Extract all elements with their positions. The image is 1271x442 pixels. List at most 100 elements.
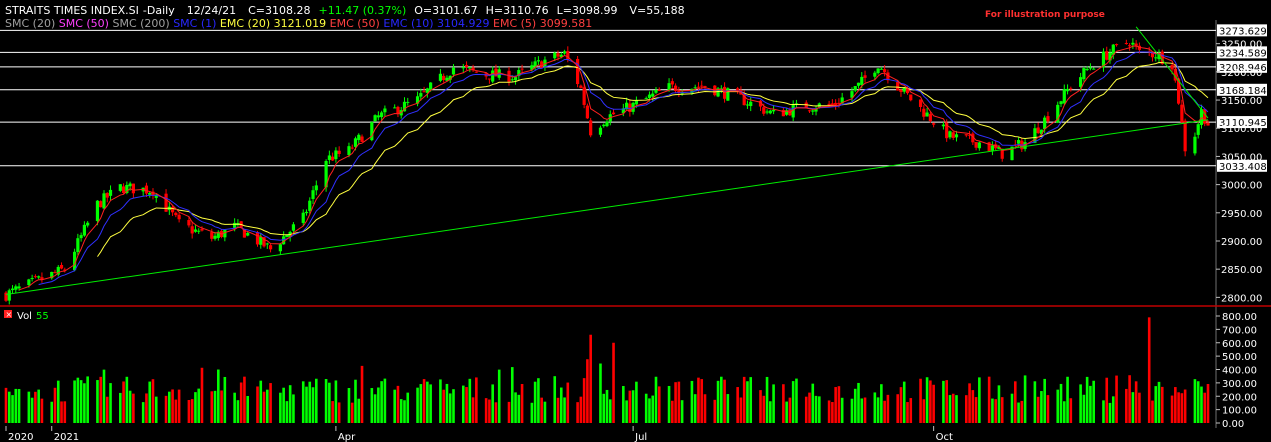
candle-body [520,68,524,70]
candle-body [834,102,838,105]
volume-bar [739,397,743,423]
candle-body [807,110,812,112]
volume-bar [1059,383,1063,423]
volume-bar [308,381,312,423]
volume-bar [416,387,419,423]
volume-bar [17,389,21,423]
candle-body [1134,43,1138,46]
volume-bar [429,384,432,423]
candle-body [954,134,959,138]
x-tick-label: 2020 [8,432,33,442]
candle-body [556,53,560,57]
volume-bar [406,392,410,423]
candle-body [360,136,364,142]
candle-body [327,155,331,160]
candle-body [1131,42,1135,45]
indicator-label: SMC (50) [55,17,109,30]
y-tick-label: 3200.00 [1221,68,1262,79]
candle-body [14,286,18,290]
volume-bar [746,381,749,423]
candle-body [647,94,652,99]
volume-bar [932,384,935,423]
candle-body [233,222,237,228]
candle-body [1154,57,1158,59]
candle-body [30,278,34,280]
volume-bar [393,389,396,423]
candle-body [899,89,903,92]
volume-bar [148,381,152,423]
candle-body [1069,88,1073,90]
candle-body [536,60,541,62]
candle-body [562,51,567,54]
volume-bar [76,377,80,423]
volume-bar [30,397,34,423]
volume-bar [788,397,792,423]
candle-body [464,64,469,67]
y-tick-label: 2850.00 [1221,265,1262,276]
volume-bar [27,391,31,423]
volume-bar [514,392,517,423]
volume-bar [929,380,932,423]
candle-body [337,150,341,154]
volume-bar [997,385,1001,423]
candle-body [1046,116,1050,122]
candle-body [726,88,730,101]
candle-body [380,112,384,118]
volume-bar [488,399,491,423]
volume-tick-label: 700.00 [1222,325,1257,336]
indicator-label: SMC (200) [109,17,170,30]
volume-bar [742,376,746,423]
volume-label: Vol [17,311,32,322]
candle-body [86,222,90,226]
volume-bar [109,383,112,423]
volume-bar [314,378,318,423]
volume-bar [1056,389,1060,423]
volume-bar [955,395,958,423]
volume-bar [703,394,707,423]
volume-bar [1206,384,1210,423]
candle-body [314,185,318,191]
volume-bar [948,395,952,423]
y-tick-label: 2900.00 [1221,237,1262,248]
candle-body [925,112,929,117]
volume-bar [311,387,315,423]
volume-bar [942,380,945,423]
volume-bar [579,396,583,423]
volume-bar [605,389,609,423]
candle-body [670,81,674,85]
candle-body [474,71,478,73]
volume-bar [831,402,834,423]
volume-tick-label: 100.00 [1222,406,1257,417]
x-tick-label: Jul [634,432,647,442]
volume-bar [540,397,543,423]
volume-bar [749,377,753,423]
candle-body [17,286,21,289]
candle-body [438,73,443,81]
volume-bar [448,393,452,423]
volume-bar [461,385,465,423]
volume-bar [53,387,57,423]
candle-body [170,207,175,213]
candle-body [406,101,410,103]
volume-bar [951,393,955,423]
candle-body [304,211,309,214]
candle-body [765,111,769,113]
volume-bar [925,377,929,423]
volume-bar [811,383,815,423]
volume-bar [128,390,132,423]
volume-bar [419,384,423,423]
candle-body [1114,44,1119,46]
candle-body [419,93,423,97]
volume-bar [1108,402,1112,423]
candle-body [579,85,583,88]
candle-body [553,52,557,59]
volume-bar [328,382,331,423]
y-tick-label: 3250.00 [1221,40,1262,51]
volume-bar [1131,392,1135,423]
volume-bar [350,402,354,423]
x-tick-label: Oct [936,432,953,442]
candle-body [1043,117,1047,130]
volume-bar [324,378,328,423]
volume-bar [922,399,926,423]
candle-body [598,127,603,135]
